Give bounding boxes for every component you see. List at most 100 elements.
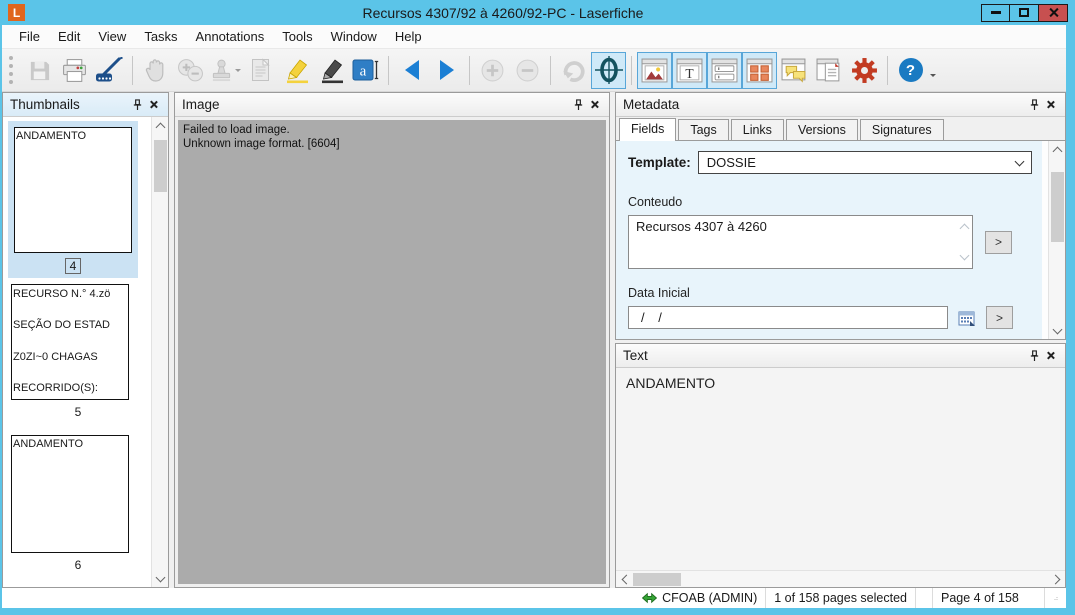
image-pane-button[interactable] xyxy=(637,51,672,89)
image-panel: Image Failed to load image. Unknown imag… xyxy=(174,92,610,588)
rotate-button[interactable] xyxy=(556,52,591,89)
close-icon xyxy=(1048,7,1059,18)
template-dropdown[interactable]: DOSSIE xyxy=(697,151,1032,174)
textarea-spinners[interactable] xyxy=(959,222,970,262)
status-bar: CFOAB (ADMIN) 1 of 158 pages selected Pa… xyxy=(2,588,1066,608)
text-panel-title: Text xyxy=(623,348,648,363)
calendar-button[interactable] xyxy=(955,307,979,328)
thumbnail-text: RECORRIDO(S): xyxy=(13,381,98,394)
scrollbar-thumb[interactable] xyxy=(1050,172,1064,242)
resize-grip-icon[interactable] xyxy=(1053,593,1058,603)
image-pane-icon xyxy=(641,58,668,82)
text-annotation-button[interactable]: a xyxy=(348,52,383,89)
data-inicial-input[interactable]: / / xyxy=(628,306,948,329)
tab-links[interactable]: Links xyxy=(730,119,784,140)
text-scrollbar[interactable] xyxy=(616,570,1065,587)
text-pane-button[interactable]: T xyxy=(672,51,707,89)
thumbnail-text: SEÇÃO DO ESTAD xyxy=(13,319,110,332)
menu-window[interactable]: Window xyxy=(322,26,386,47)
thumbnail-item-page4[interactable]: ANDAMENTO 4 xyxy=(8,121,138,278)
field-label-data-inicial: Data Inicial xyxy=(628,286,690,300)
tab-versions[interactable]: Versions xyxy=(785,119,858,140)
thumbnails-scrollbar[interactable] xyxy=(151,117,168,587)
thumbnails-pane-icon xyxy=(746,58,773,82)
zoom-select-button[interactable] xyxy=(173,52,208,89)
help-button[interactable]: ? xyxy=(893,52,928,89)
highlighter-button[interactable] xyxy=(278,52,313,89)
stamp-dropdown-icon xyxy=(235,69,241,75)
toolbar-grip[interactable] xyxy=(9,56,13,84)
close-panel-icon[interactable] xyxy=(1042,97,1058,113)
menu-edit[interactable]: Edit xyxy=(49,26,89,47)
tab-signatures[interactable]: Signatures xyxy=(859,119,944,140)
app-logo-letter: L xyxy=(12,5,21,20)
maximize-button[interactable] xyxy=(1010,3,1039,22)
save-button[interactable] xyxy=(22,52,57,89)
menu-annotations[interactable]: Annotations xyxy=(187,26,274,47)
tab-tags[interactable]: Tags xyxy=(678,119,729,140)
close-button[interactable] xyxy=(1039,3,1068,22)
menu-tasks[interactable]: Tasks xyxy=(135,26,186,47)
scrollbar-thumb[interactable] xyxy=(633,572,681,586)
thumbnail-item-page5[interactable]: RECURSO N.° 4.zö SEÇÃO DO ESTAD Z0ZI~0 C… xyxy=(5,284,151,419)
thumbnails-panel-title: Thumbnails xyxy=(10,97,80,112)
zoom-in-button[interactable] xyxy=(475,52,510,89)
scroll-down-icon[interactable] xyxy=(152,570,168,587)
thumbnail-item-page6[interactable]: ANDAMENTO 6 xyxy=(5,435,151,572)
fit-page-button[interactable] xyxy=(591,51,626,89)
scroll-up-icon[interactable] xyxy=(152,117,168,134)
metadata-panel: Metadata Fields Tags Links Versions Sign… xyxy=(615,92,1066,340)
scroll-up-icon[interactable] xyxy=(1049,141,1065,158)
menu-bar: File Edit View Tasks Annotations Tools W… xyxy=(2,25,1066,48)
document-pane-button[interactable] xyxy=(812,52,847,89)
scrollbar-thumb[interactable] xyxy=(153,140,167,192)
conteudo-textarea[interactable]: Recursos 4307 à 4260 xyxy=(628,215,973,269)
thumbnail-text: RECURSO N.° 4.zö xyxy=(13,288,111,300)
thumbnails-body: ANDAMENTO 4 RECURSO N.° 4.zö SEÇÃO DO ES… xyxy=(3,117,168,587)
conteudo-expand-button[interactable]: > xyxy=(985,230,1012,254)
options-button[interactable] xyxy=(847,52,882,89)
next-page-button[interactable] xyxy=(429,52,464,89)
minimize-button[interactable] xyxy=(981,3,1010,22)
pin-icon[interactable] xyxy=(570,97,586,113)
thumbnails-pane-button[interactable] xyxy=(742,51,777,89)
thumbnail-text: Z0ZI~0 CHAGAS xyxy=(13,350,98,363)
menu-help[interactable]: Help xyxy=(386,26,431,47)
text-pane-icon: T xyxy=(676,58,703,82)
print-button[interactable] xyxy=(57,52,92,89)
fields-scrollbar[interactable] xyxy=(1048,141,1065,339)
menu-view[interactable]: View xyxy=(89,26,135,47)
menu-tools[interactable]: Tools xyxy=(273,26,321,47)
pin-icon[interactable] xyxy=(129,97,145,113)
thumbnails-panel-header: Thumbnails xyxy=(3,93,168,117)
redaction-button[interactable] xyxy=(313,52,348,89)
template-value: DOSSIE xyxy=(706,155,756,170)
app-logo-icon: L xyxy=(8,4,25,21)
pan-button[interactable] xyxy=(138,52,173,89)
previous-page-icon xyxy=(404,60,419,80)
scan-button[interactable] xyxy=(92,52,127,89)
scroll-left-icon[interactable] xyxy=(616,571,633,588)
scroll-right-icon[interactable] xyxy=(1048,571,1065,588)
menu-file[interactable]: File xyxy=(10,26,49,47)
scroll-down-icon[interactable] xyxy=(1049,322,1065,339)
data-inicial-expand-button[interactable]: > xyxy=(986,306,1013,329)
pin-icon[interactable] xyxy=(1026,348,1042,364)
annotations-pane-button[interactable] xyxy=(777,52,812,89)
toolbar-overflow-icon[interactable] xyxy=(930,74,936,80)
close-panel-icon[interactable] xyxy=(145,97,161,113)
close-panel-icon[interactable] xyxy=(1042,348,1058,364)
note-button[interactable] xyxy=(243,52,278,89)
previous-page-button[interactable] xyxy=(394,52,429,89)
zoom-out-button[interactable] xyxy=(510,52,545,89)
close-panel-icon[interactable] xyxy=(586,97,602,113)
image-viewer[interactable]: Failed to load image. Unknown image form… xyxy=(175,117,609,587)
stamp-button[interactable] xyxy=(208,52,243,89)
text-content[interactable]: ANDAMENTO xyxy=(616,368,1065,570)
status-user-segment: CFOAB (ADMIN) xyxy=(634,588,765,608)
fields-pane-button[interactable] xyxy=(707,51,742,89)
note-icon xyxy=(252,58,270,81)
tab-fields[interactable]: Fields xyxy=(619,118,677,141)
pin-icon[interactable] xyxy=(1026,97,1042,113)
stamp-icon xyxy=(212,59,231,81)
